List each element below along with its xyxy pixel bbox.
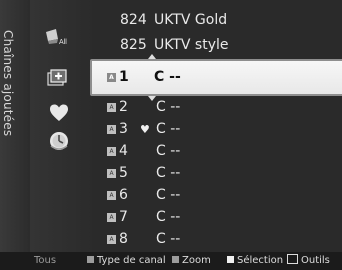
scroll-up-arrow-icon[interactable] xyxy=(148,54,156,59)
grey-button-icon xyxy=(87,255,94,263)
analog-badge-icon: A xyxy=(107,169,116,178)
enter-button-icon xyxy=(227,255,234,263)
analog-badge-icon: A xyxy=(107,213,116,222)
analog-badge-icon: A xyxy=(107,103,116,112)
channel-number: 1 xyxy=(119,69,129,85)
channel-row-selected[interactable]: A 1 C -- xyxy=(90,54,342,101)
favorite-icon[interactable] xyxy=(48,103,70,123)
channel-name: C -- xyxy=(156,231,181,247)
zoom-button[interactable]: Zoom xyxy=(172,252,211,270)
channel-type-label: Type de canal xyxy=(97,255,166,266)
channel-row[interactable]: 824 UKTV Gold xyxy=(92,8,342,33)
channel-number: 825 xyxy=(120,37,147,53)
channel-number: 824 xyxy=(120,12,147,28)
all-label: All xyxy=(59,39,67,46)
tools-button[interactable]: Outils xyxy=(287,252,330,270)
tools-icon xyxy=(287,254,298,264)
list-title: Chaînes ajoutées xyxy=(1,30,15,137)
category-icon-column: All xyxy=(30,0,92,252)
grey-button-icon xyxy=(172,255,179,263)
channel-name: UKTV style xyxy=(154,37,229,53)
list-title-strip: Chaînes ajoutées xyxy=(0,0,30,252)
analog-badge-icon: A xyxy=(107,125,116,134)
zoom-label: Zoom xyxy=(182,255,211,266)
added-channels-icon[interactable] xyxy=(46,67,68,89)
all-channels-icon[interactable]: All xyxy=(44,27,76,47)
channel-row[interactable]: 825 UKTV style xyxy=(92,33,342,58)
analog-badge-icon: A xyxy=(107,191,116,200)
tools-label: Outils xyxy=(301,255,330,266)
analog-badge-icon: A xyxy=(107,73,116,82)
channel-number: 8 xyxy=(119,231,128,247)
channel-name: C -- xyxy=(154,69,181,85)
scheduled-icon[interactable] xyxy=(48,130,70,152)
analog-badge-icon: A xyxy=(107,147,116,156)
channel-name: UKTV Gold xyxy=(154,12,228,28)
footer-bar: Tous Type de canal Zoom Sélection Outils xyxy=(0,252,342,270)
select-button[interactable]: Sélection xyxy=(227,252,283,270)
analog-badge-icon: A xyxy=(107,235,116,244)
select-label: Sélection xyxy=(237,255,284,266)
footer-left-label: Tous xyxy=(34,255,57,266)
channel-row[interactable]: A 8 C -- xyxy=(92,227,342,252)
channel-list: 824 UKTV Gold 825 UKTV style A 1 C -- A … xyxy=(90,0,342,252)
channel-type-button[interactable]: Type de canal xyxy=(87,252,166,270)
